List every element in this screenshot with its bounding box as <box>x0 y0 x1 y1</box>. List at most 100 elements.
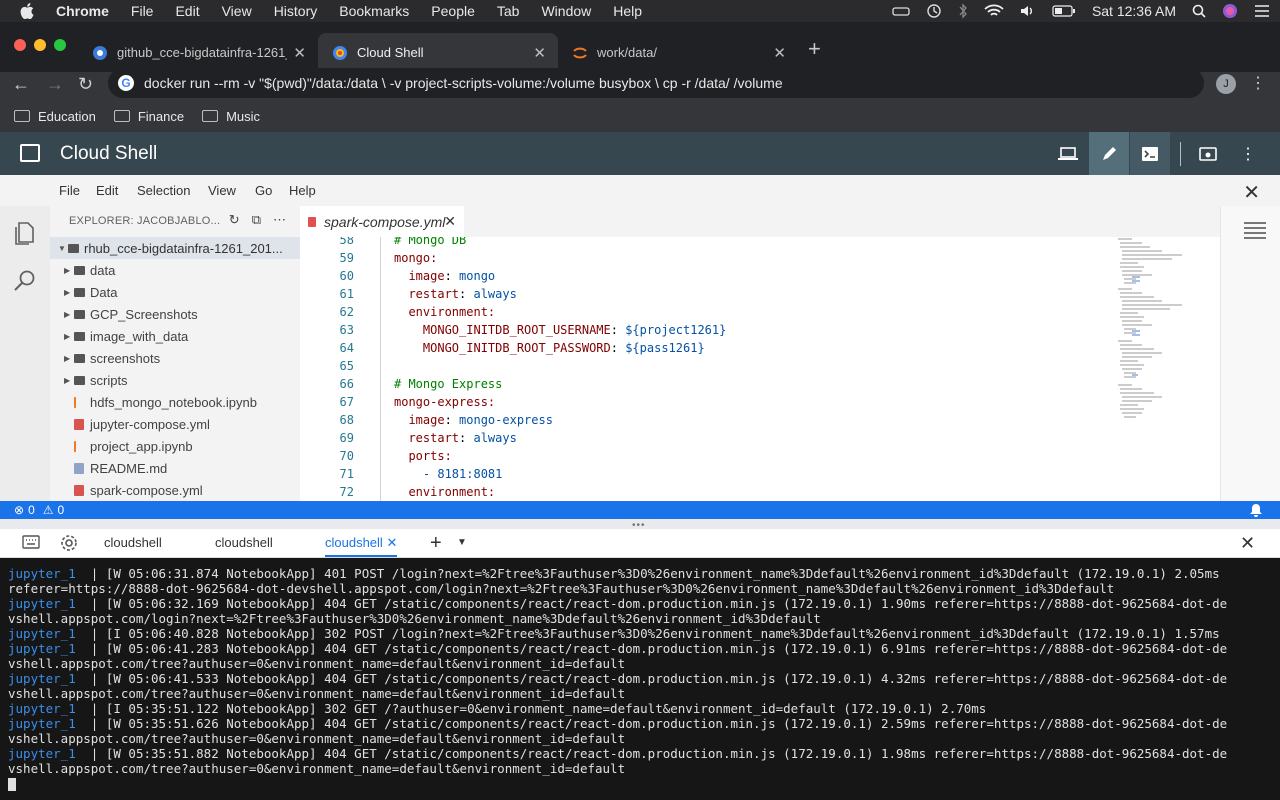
browser-tab-jupyter[interactable]: work/data/ ✕ <box>558 33 798 72</box>
bookmark-education[interactable]: Education <box>14 109 96 124</box>
tree-folder-data[interactable]: ▶ data <box>50 259 300 281</box>
terminal-icon[interactable] <box>1130 132 1170 175</box>
back-icon[interactable]: ← <box>12 74 30 95</box>
tree-folder-screenshots[interactable]: ▶ screenshots <box>50 347 300 369</box>
tab-title: work/data/ <box>597 45 657 60</box>
tree-folder-gcp-screenshots[interactable]: ▶ GCP_Screenshots <box>50 303 300 325</box>
editor-menu-help[interactable]: Help <box>289 183 316 198</box>
forward-icon[interactable]: → <box>46 74 64 95</box>
workspace-root-folder[interactable]: ▼ rhub_cce-bigdatainfra-1261_201... <box>50 237 300 259</box>
tree-file-spark-compose[interactable]: spark-compose.yml <box>50 479 300 501</box>
address-bar[interactable]: G docker run --rm -v "$(pwd)"/data:/data… <box>108 68 1204 98</box>
apple-icon[interactable] <box>20 3 38 19</box>
siri-icon[interactable] <box>1222 3 1238 19</box>
panel-resize-handle[interactable]: ••• <box>0 519 1280 531</box>
settings-gear-icon[interactable] <box>60 534 78 555</box>
menubar-history[interactable]: History <box>274 3 318 19</box>
tree-item-label: GCP_Screenshots <box>90 306 198 322</box>
profile-avatar[interactable]: J <box>1216 74 1236 94</box>
more-options-icon[interactable]: ⋮ <box>1228 132 1268 175</box>
keyboard-icon[interactable] <box>22 535 40 552</box>
code-area[interactable]: 58 # Mongo DB 59 mongo: 60 image: mongo 61… <box>300 237 1120 501</box>
menubar-clock[interactable]: Sat 12:36 AM <box>1092 3 1176 19</box>
tree-file-project-app[interactable]: project_app.ipynb <box>50 435 300 457</box>
terminal-tab-active[interactable]: cloudshell ✕ <box>325 535 398 557</box>
tree-file-hdfs-mongo-notebook[interactable]: hdfs_mongo_notebook.ipynb <box>50 391 300 413</box>
problems-indicator[interactable]: ⊗ 0 ⚠ 0 <box>14 503 64 517</box>
laptop-icon[interactable] <box>1048 132 1088 175</box>
drive-icon[interactable] <box>892 5 910 17</box>
notifications-bell-icon[interactable] <box>1250 503 1262 520</box>
close-tab-icon[interactable]: ✕ <box>444 213 456 230</box>
yaml-key: MONGO_INITDB_ROOT_USERNAME <box>394 323 611 337</box>
editor-menu-selection[interactable]: Selection <box>137 183 190 198</box>
tree-folder-scripts[interactable]: ▶ scripts <box>50 369 300 391</box>
volume-icon[interactable] <box>1020 4 1036 18</box>
editor-minimap[interactable] <box>1118 237 1220 501</box>
menubar-edit[interactable]: Edit <box>175 3 199 19</box>
yaml-key: restart <box>394 431 460 445</box>
editor-tab-bar: spark-compose.yml ✕ <box>300 206 1280 237</box>
time-machine-icon[interactable] <box>926 3 942 19</box>
editor-menu-view[interactable]: View <box>208 183 236 198</box>
markdown-file-icon <box>74 462 84 474</box>
code-line: 62 environment: <box>300 303 1120 321</box>
refresh-icon[interactable]: ↻ <box>229 212 240 228</box>
terminal-tab[interactable]: cloudshell <box>104 535 162 550</box>
web-preview-icon[interactable] <box>1188 132 1228 175</box>
close-window-button[interactable] <box>14 39 26 51</box>
tree-folder-Data[interactable]: ▶ Data <box>50 281 300 303</box>
close-editor-icon[interactable]: ✕ <box>1243 180 1260 205</box>
explorer-files-icon[interactable] <box>12 220 38 246</box>
new-tab-button[interactable]: + <box>808 36 821 62</box>
close-tab-icon[interactable]: ✕ <box>293 44 306 62</box>
browser-menu-icon[interactable]: ⋮ <box>1250 73 1266 93</box>
log-text: | [W 05:06:41.533 NotebookApp] 404 GET /… <box>75 671 1228 686</box>
tree-file-readme[interactable]: README.md <box>50 457 300 479</box>
chevron-down-icon[interactable]: ▼ <box>457 537 467 548</box>
tab-title: github_cce-bigdatainfra-1261_20 <box>117 45 287 60</box>
editor-menu-go[interactable]: Go <box>255 183 272 198</box>
menubar-tab[interactable]: Tab <box>497 3 520 19</box>
list-icon[interactable] <box>1243 220 1267 245</box>
search-icon[interactable] <box>12 268 38 294</box>
collapse-all-icon[interactable]: ⧉ <box>252 212 261 228</box>
open-editor-button[interactable] <box>1089 132 1129 175</box>
more-actions-icon[interactable]: ⋯ <box>273 212 286 228</box>
editor-menu-file[interactable]: File <box>59 183 80 198</box>
browser-tab-cloud-shell[interactable]: Cloud Shell ✕ <box>318 33 558 72</box>
tree-file-jupyter-compose[interactable]: jupyter-compose.yml <box>50 413 300 435</box>
menubar-file[interactable]: File <box>131 3 154 19</box>
menubar-help[interactable]: Help <box>613 3 642 19</box>
maximize-window-button[interactable] <box>54 39 66 51</box>
spotlight-search-icon[interactable] <box>1192 4 1206 18</box>
log-text: | [I 05:06:40.828 NotebookApp] 302 POST … <box>75 626 1220 641</box>
bookmark-finance[interactable]: Finance <box>113 109 184 124</box>
add-terminal-icon[interactable]: + <box>430 532 442 555</box>
close-tab-icon[interactable]: ✕ <box>386 535 397 550</box>
menubar-app-name[interactable]: Chrome <box>56 3 109 19</box>
menubar-window[interactable]: Window <box>541 3 591 19</box>
terminal-tab[interactable]: cloudshell <box>215 535 273 550</box>
close-terminal-icon[interactable]: ✕ <box>1240 533 1255 554</box>
terminal-output[interactable]: jupyter_1 | [W 05:06:31.874 NotebookApp]… <box>0 558 1280 800</box>
menubar-bookmarks[interactable]: Bookmarks <box>339 3 409 19</box>
header-divider <box>1180 142 1181 166</box>
notification-center-icon[interactable] <box>1254 4 1270 18</box>
menubar-people[interactable]: People <box>431 3 475 19</box>
browser-tab-github[interactable]: github_cce-bigdatainfra-1261_20 ✕ <box>78 33 318 72</box>
battery-icon[interactable] <box>1052 5 1076 17</box>
folder-icon <box>68 243 79 253</box>
minimize-window-button[interactable] <box>34 39 46 51</box>
editor-menu-edit[interactable]: Edit <box>96 183 118 198</box>
menubar-view[interactable]: View <box>222 3 252 19</box>
log-text: | [W 05:35:51.626 NotebookApp] 404 GET /… <box>75 716 1228 731</box>
wifi-icon[interactable] <box>984 4 1004 18</box>
close-tab-icon[interactable]: ✕ <box>533 44 546 62</box>
editor-tab-spark-compose[interactable]: spark-compose.yml ✕ <box>300 206 464 237</box>
reload-icon[interactable]: ↻ <box>78 74 93 95</box>
bluetooth-icon[interactable] <box>958 3 968 19</box>
tree-folder-image-with-data[interactable]: ▶ image_with_data <box>50 325 300 347</box>
bookmark-music[interactable]: Music <box>202 109 260 124</box>
close-tab-icon[interactable]: ✕ <box>773 44 786 62</box>
